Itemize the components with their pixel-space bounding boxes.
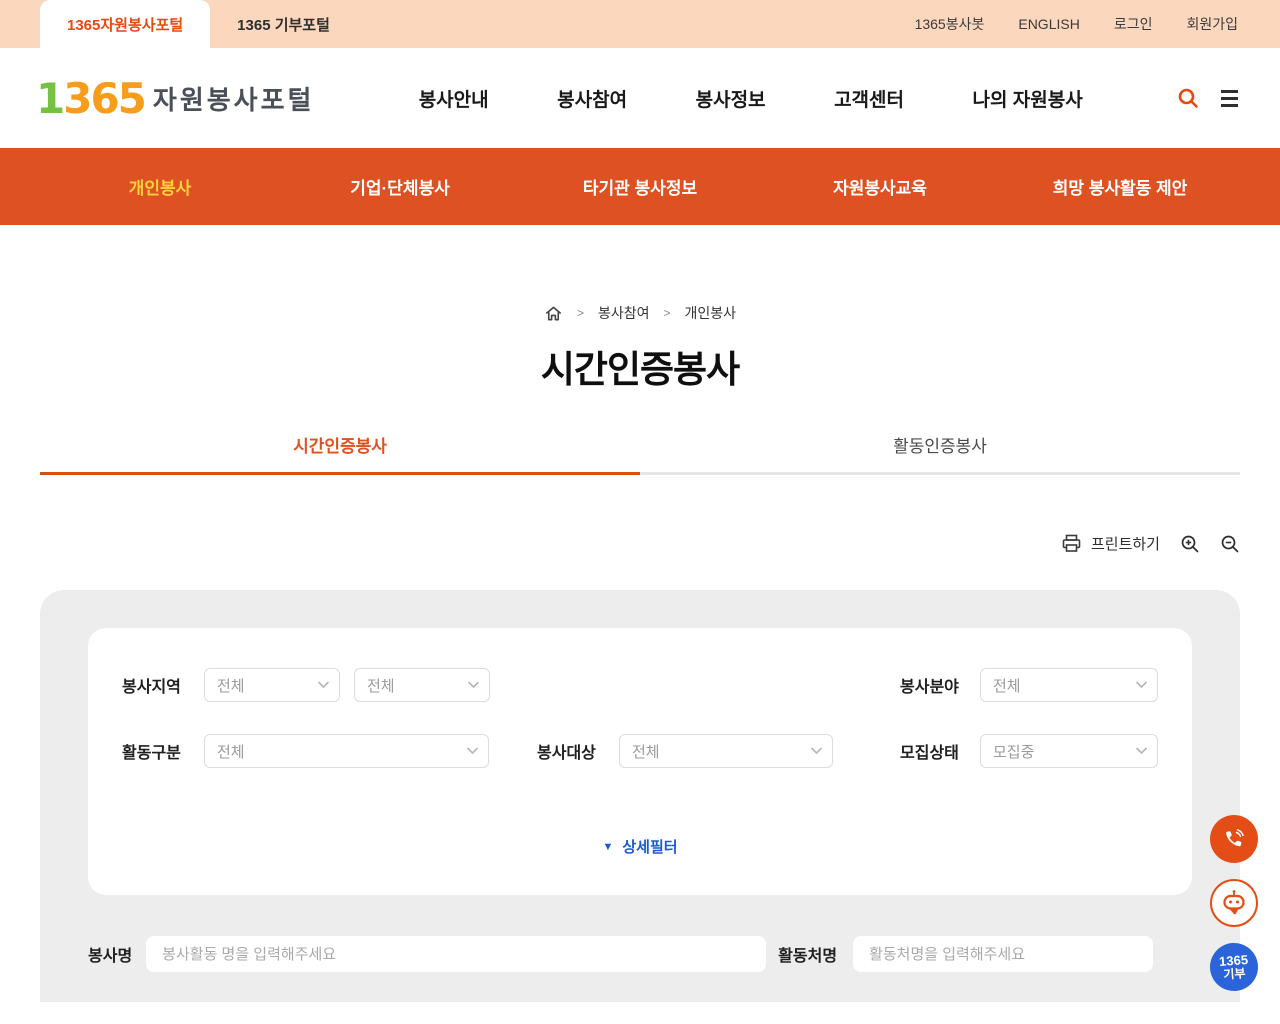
org-name-input[interactable] xyxy=(853,936,1153,972)
page-title: 시간인증봉사 xyxy=(0,339,1280,393)
link-login[interactable]: 로그인 xyxy=(1114,14,1153,34)
tab-activity-certified[interactable]: 활동인증봉사 xyxy=(640,417,1240,475)
utility-links: 1365봉사봇 ENGLISH 로그인 회원가입 xyxy=(915,0,1238,48)
field-group: 봉사분야 전체 xyxy=(900,668,1158,702)
name-search-row: 봉사명 활동처명 xyxy=(88,936,1192,972)
category-nav: 개인봉사 기업·단체봉사 타기관 봉사정보 자원봉사교육 희망 봉사활동 제안 xyxy=(0,148,1280,225)
subnav-education[interactable]: 자원봉사교육 xyxy=(760,148,1000,225)
filter-card: 봉사지역 전체 전체 봉사분야 전체 xyxy=(88,628,1192,895)
main-header: 1365 자원봉사포털 봉사안내 봉사참여 봉사정보 고객센터 나의 자원봉사 xyxy=(0,48,1280,148)
region-select-2[interactable]: 전체 xyxy=(354,668,490,702)
logo-number: 1365 xyxy=(36,74,145,123)
target-select[interactable]: 전체 xyxy=(619,734,833,768)
zoom-in-icon[interactable] xyxy=(1180,534,1200,554)
chatbot-button[interactable] xyxy=(1210,879,1258,927)
site-logo[interactable]: 1365 자원봉사포털 xyxy=(36,74,314,123)
detail-filter-label: 상세필터 xyxy=(622,836,677,857)
nav-volunteer-guide[interactable]: 봉사안내 xyxy=(419,85,489,112)
nav-my-volunteer[interactable]: 나의 자원봉사 xyxy=(973,85,1083,112)
field-select[interactable]: 전체 xyxy=(980,668,1158,702)
detail-filter-toggle[interactable]: ▼ 상세필터 xyxy=(122,836,1158,857)
print-label[interactable]: 프린트하기 xyxy=(1091,533,1160,554)
filter-row-2: 활동구분 전체 봉사대상 전체 모집상태 모집중 xyxy=(122,734,1158,768)
chevron-down-icon xyxy=(467,748,478,755)
region-label: 봉사지역 xyxy=(122,673,190,697)
breadcrumb: > 봉사참여 > 개인봉사 xyxy=(0,225,1280,323)
volunteer-name-label: 봉사명 xyxy=(88,942,132,966)
subnav-other-orgs[interactable]: 타기관 봉사정보 xyxy=(520,148,760,225)
subnav-suggestion[interactable]: 희망 봉사활동 제안 xyxy=(1000,148,1240,225)
nav-volunteer-info[interactable]: 봉사정보 xyxy=(696,85,766,112)
target-group: 봉사대상 전체 xyxy=(537,734,833,768)
volunteer-name-input[interactable] xyxy=(146,936,766,972)
subnav-personal[interactable]: 개인봉사 xyxy=(40,148,280,225)
nav-volunteer-join[interactable]: 봉사참여 xyxy=(557,85,627,112)
triangle-down-icon: ▼ xyxy=(602,841,613,853)
status-label: 모집상태 xyxy=(900,739,966,763)
status-select[interactable]: 모집중 xyxy=(980,734,1158,768)
call-button[interactable] xyxy=(1210,815,1258,863)
field-label: 봉사분야 xyxy=(900,673,966,697)
org-name-label: 활동처명 xyxy=(778,942,837,966)
target-label: 봉사대상 xyxy=(537,739,605,763)
donation-label-line2: 기부 xyxy=(1223,967,1246,981)
filter-row-1: 봉사지역 전체 전체 봉사분야 전체 xyxy=(122,668,1158,702)
search-icon[interactable] xyxy=(1177,87,1199,109)
chatbot-icon xyxy=(1219,888,1249,918)
region-select-1[interactable]: 전체 xyxy=(204,668,340,702)
certify-tabs: 시간인증봉사 활동인증봉사 xyxy=(40,417,1240,475)
tab-time-certified[interactable]: 시간인증봉사 xyxy=(40,417,640,475)
link-english[interactable]: ENGLISH xyxy=(1018,16,1079,32)
link-1365-bot[interactable]: 1365봉사봇 xyxy=(915,14,985,34)
home-icon[interactable] xyxy=(544,304,563,323)
logo-text: 자원봉사포털 xyxy=(153,80,315,117)
link-signup[interactable]: 회원가입 xyxy=(1186,14,1238,34)
header-icons xyxy=(1177,87,1238,109)
breadcrumb-separator: > xyxy=(577,306,584,320)
breadcrumb-item-join[interactable]: 봉사참여 xyxy=(598,303,650,323)
printer-icon[interactable] xyxy=(1061,533,1082,554)
chevron-down-icon xyxy=(468,682,479,689)
breadcrumb-item-personal[interactable]: 개인봉사 xyxy=(685,303,737,323)
chevron-down-icon xyxy=(1136,748,1147,755)
nav-customer-center[interactable]: 고객센터 xyxy=(834,85,904,112)
tab-donation-portal[interactable]: 1365 기부포털 xyxy=(210,0,357,48)
global-nav: 봉사안내 봉사참여 봉사정보 고객센터 나의 자원봉사 xyxy=(384,85,1117,112)
chevron-down-icon xyxy=(318,682,329,689)
chevron-down-icon xyxy=(1136,682,1147,689)
menu-icon[interactable] xyxy=(1221,90,1238,107)
chevron-down-icon xyxy=(811,748,822,755)
print-toolbar: 프린트하기 xyxy=(40,533,1240,554)
activity-type-label: 활동구분 xyxy=(122,739,190,763)
zoom-out-icon[interactable] xyxy=(1220,534,1240,554)
top-utility-bar: 1365자원봉사포털 1365 기부포털 1365봉사봇 ENGLISH 로그인… xyxy=(0,0,1280,48)
status-group: 모집상태 모집중 xyxy=(900,734,1158,768)
subnav-corporate[interactable]: 기업·단체봉사 xyxy=(280,148,520,225)
filter-panel: 봉사지역 전체 전체 봉사분야 전체 xyxy=(40,590,1240,1002)
activity-type-select[interactable]: 전체 xyxy=(204,734,489,768)
tab-volunteer-portal[interactable]: 1365자원봉사포털 xyxy=(40,0,210,48)
breadcrumb-separator: > xyxy=(664,306,671,320)
portal-switch-tabs: 1365자원봉사포털 1365 기부포털 xyxy=(40,0,357,48)
phone-icon xyxy=(1222,827,1246,851)
